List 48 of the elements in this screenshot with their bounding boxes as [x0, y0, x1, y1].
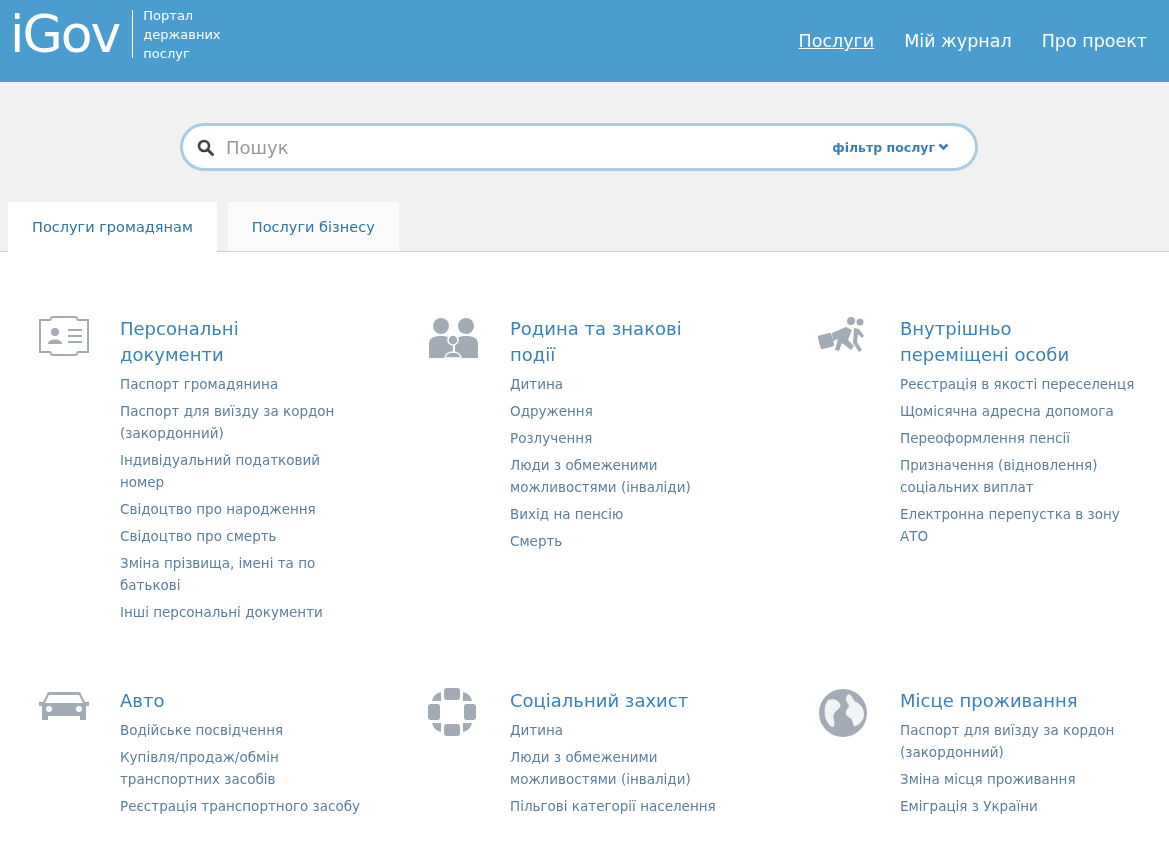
tagline: Портал державних послуг — [143, 6, 222, 63]
nav-link[interactable]: Про проект — [1041, 31, 1147, 51]
service-link[interactable]: Зміна прізвища, імені та по батькові — [120, 552, 360, 596]
service-link[interactable]: Купівля/продаж/обмін транспортних засобів — [120, 746, 360, 790]
family-icon — [428, 316, 480, 358]
service-link[interactable]: Люди з обмеженими можливостями (інваліди) — [510, 454, 750, 498]
chevron-down-icon — [938, 143, 949, 151]
service-link[interactable]: Зміна місця проживання — [900, 768, 1140, 790]
service-link[interactable]: Розлучення — [510, 427, 750, 449]
service-link[interactable]: Призначення (відновлення) соціальних виплат — [900, 454, 1140, 498]
service-link[interactable]: Водійське посвідчення — [120, 719, 360, 741]
service-link[interactable]: Свідоцтво про смерть — [120, 525, 360, 547]
service-link[interactable]: Смерть — [510, 530, 750, 552]
service-link[interactable]: Реєстрація в якості переселенця — [900, 373, 1140, 395]
service-link[interactable]: Інші персональні документи — [120, 601, 360, 623]
service-link[interactable]: Реєстрація транспортного засобу — [120, 795, 360, 817]
logo[interactable]: iGov — [10, 8, 120, 60]
service-link[interactable]: Дитина — [510, 373, 750, 395]
filter-link[interactable]: фільтр послуг — [832, 139, 949, 155]
service-link[interactable]: Паспорт для виїзду за кордон (закордонний) — [900, 719, 1140, 763]
search-field[interactable]: Пошук фільтр послуг — [180, 123, 978, 171]
service-link[interactable]: Люди з обмеженими можливостями (інваліди) — [510, 746, 750, 790]
service-link[interactable]: Пільгові категорії населення — [510, 795, 750, 817]
service-link[interactable]: Паспорт громадянина — [120, 373, 360, 395]
service-link[interactable]: Вихід на пенсію — [510, 503, 750, 525]
service-link[interactable]: Індивідуальний податковий номер — [120, 449, 360, 493]
globe-icon — [818, 688, 868, 738]
service-link[interactable]: Паспорт для виїзду за кордон (закордонний) — [120, 400, 360, 444]
service-link[interactable]: Еміграція з України — [900, 795, 1140, 817]
service-link[interactable]: Електронна перепустка в зону АТО — [900, 503, 1140, 547]
search-icon — [197, 138, 214, 156]
category-title[interactable]: Авто — [120, 688, 330, 714]
service-link[interactable]: Свідоцтво про народження — [120, 498, 360, 520]
category-title[interactable]: Персональні документи — [120, 316, 330, 368]
category-title[interactable]: Родина та знакові події — [510, 316, 720, 368]
service-link[interactable]: Щомісячна адресна допомога — [900, 400, 1140, 422]
nav-link[interactable]: Послуги — [798, 31, 875, 51]
category-title[interactable]: Місце проживання — [900, 688, 1110, 714]
category-title[interactable]: Соціальний захист — [510, 688, 720, 714]
id-card-icon — [38, 316, 90, 356]
tab[interactable]: Послуги бізнесу — [227, 202, 399, 252]
service-link[interactable]: Одруження — [510, 400, 750, 422]
nav-link[interactable]: Мій журнал — [904, 31, 1012, 51]
service-link[interactable]: Дитина — [510, 719, 750, 741]
service-link[interactable]: Переоформлення пенсії — [900, 427, 1140, 449]
tab[interactable]: Послуги громадянам — [8, 202, 217, 252]
lifebuoy-icon — [428, 688, 476, 736]
category-title[interactable]: Внутрішньо переміщені особи — [900, 316, 1110, 368]
